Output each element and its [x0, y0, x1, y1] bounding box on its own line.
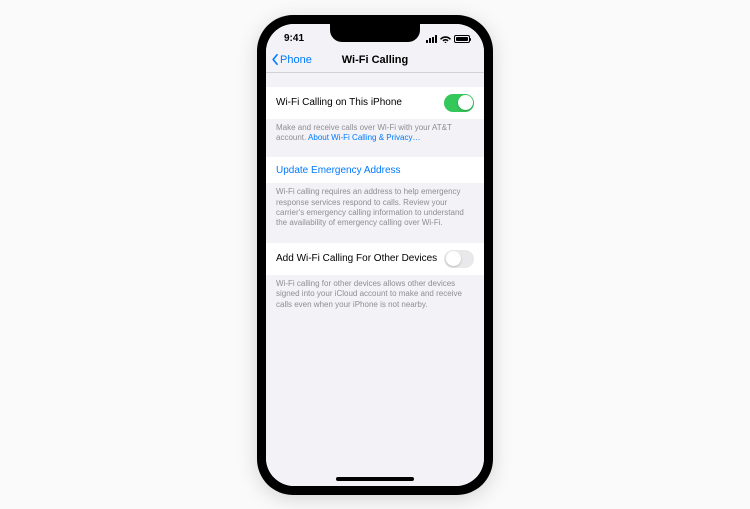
back-button[interactable]: Phone: [272, 54, 312, 66]
wifi-calling-label: Wi-Fi Calling on This iPhone: [276, 97, 444, 108]
other-devices-footer: Wi-Fi calling for other devices allows o…: [266, 275, 484, 316]
battery-icon: [454, 35, 470, 43]
nav-bar: Phone Wi-Fi Calling: [266, 50, 484, 73]
other-devices-toggle-row[interactable]: Add Wi-Fi Calling For Other Devices: [266, 243, 484, 275]
other-devices-label: Add Wi-Fi Calling For Other Devices: [276, 253, 444, 264]
phone-frame: 9:41 Phone Wi-Fi Calling: [257, 15, 493, 495]
content[interactable]: Wi-Fi Calling on This iPhone Make and re…: [266, 73, 484, 486]
other-devices-toggle[interactable]: [444, 250, 474, 268]
notch: [330, 24, 420, 42]
wifi-icon: [440, 35, 451, 43]
chevron-left-icon: [272, 54, 279, 65]
screen: 9:41 Phone Wi-Fi Calling: [266, 24, 484, 486]
wifi-calling-footer: Make and receive calls over Wi-Fi with y…: [266, 119, 484, 150]
home-indicator[interactable]: [336, 477, 414, 481]
update-emergency-address-button[interactable]: Update Emergency Address: [266, 157, 484, 183]
status-icons: [426, 35, 470, 43]
cellular-signal-icon: [426, 35, 437, 43]
wifi-calling-privacy-link[interactable]: About Wi-Fi Calling & Privacy…: [308, 133, 420, 142]
wifi-calling-toggle-row[interactable]: Wi-Fi Calling on This iPhone: [266, 87, 484, 119]
wifi-calling-toggle[interactable]: [444, 94, 474, 112]
back-label: Phone: [280, 54, 312, 66]
emergency-address-footer: Wi-Fi calling requires an address to hel…: [266, 183, 484, 235]
status-time: 9:41: [284, 33, 304, 44]
